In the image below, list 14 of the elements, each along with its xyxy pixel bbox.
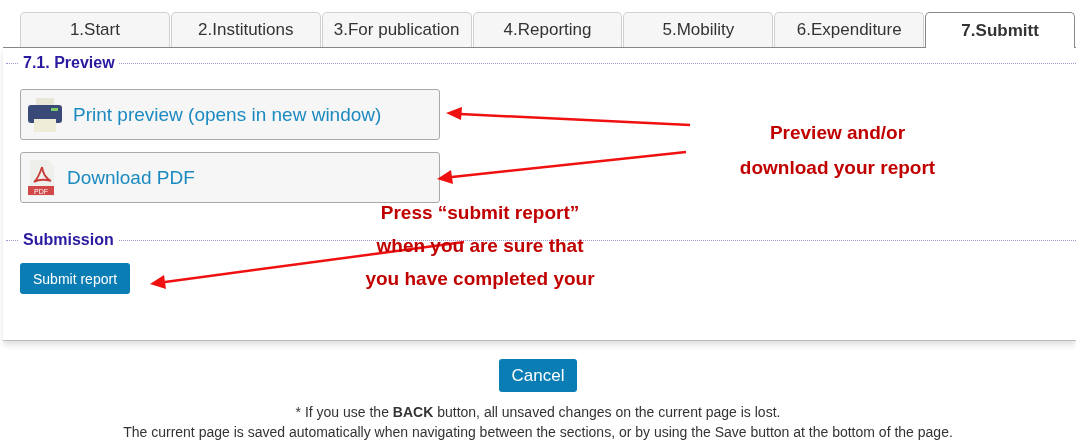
footnote-text: The current page is saved automatically when navigating between the sections, or by using the Save button at the bottom of the page. [123, 423, 953, 441]
tab[interactable]: 6.Expenditure [774, 12, 925, 47]
print-preview-button[interactable]: Print preview (opens in new window) [20, 89, 440, 140]
tab[interactable]: 7.Submitt [925, 12, 1075, 48]
submit-report-button[interactable]: Submit report [20, 263, 131, 294]
footnote-text: * If you use the BACK button, all unsaved changes on the current page is lost. [295, 403, 781, 422]
tab[interactable]: 5.Mobility [623, 12, 774, 47]
cancel-button[interactable]: Cancel [498, 359, 578, 392]
tab[interactable]: 4.Reporting [472, 12, 623, 47]
tab[interactable]: 1.Start [20, 12, 170, 47]
printer-icon [27, 96, 63, 133]
annotation-text: Preview and/or download your report [738, 121, 937, 180]
tab[interactable]: 2.Institutions [170, 12, 321, 47]
tab[interactable]: 3.For publication [321, 12, 472, 47]
